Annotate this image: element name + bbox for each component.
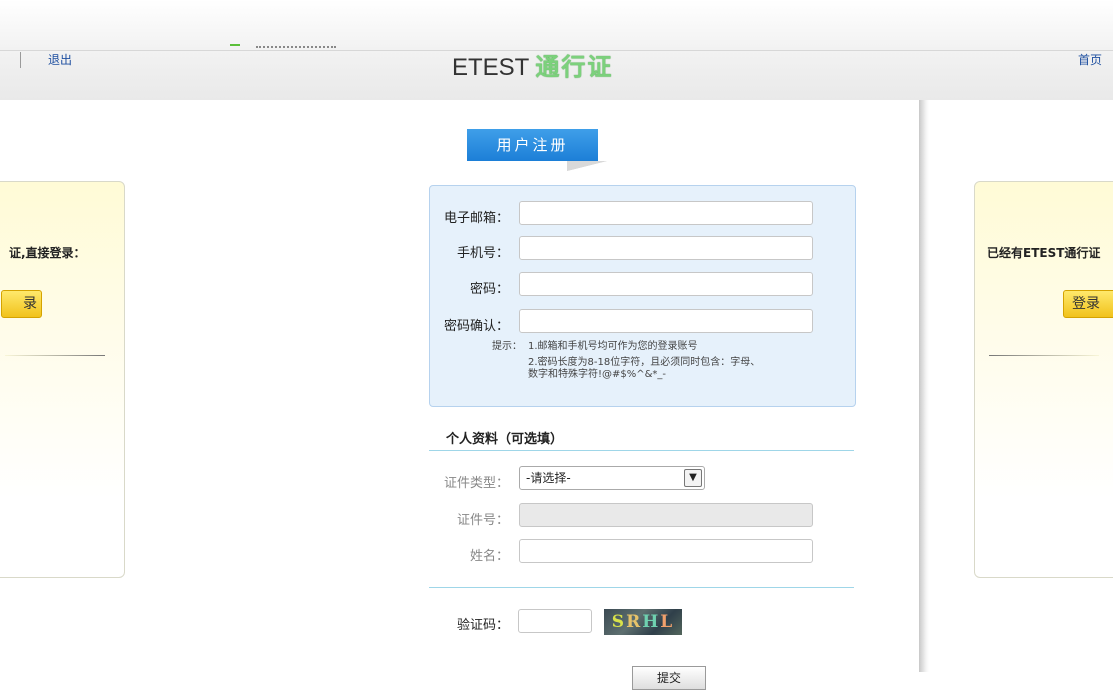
captcha-section-divider: [429, 587, 854, 588]
chevron-down-icon[interactable]: ▼: [684, 469, 702, 487]
captcha-field[interactable]: [518, 609, 592, 633]
captcha-char: L: [660, 612, 675, 632]
title-tab-fold: [567, 161, 607, 171]
password-label: 密码：: [469, 282, 509, 297]
phone-label: 手机号：: [456, 246, 509, 261]
home-link[interactable]: 首页: [1078, 51, 1102, 68]
panel-divider-left: [5, 355, 105, 356]
brand-etest: ETEST: [452, 54, 530, 81]
id-number-label: 证件号：: [456, 513, 509, 528]
submit-button[interactable]: 提交: [632, 666, 706, 690]
password-field[interactable]: [519, 272, 813, 296]
name-field[interactable]: [519, 539, 813, 563]
login-button-right[interactable]: 登录: [1063, 290, 1113, 318]
name-label: 姓名：: [469, 549, 509, 564]
login-panel-right: 已经有ETEST通行证 登录: [974, 181, 1113, 578]
register-title-tab: 用户注册: [467, 129, 598, 161]
captcha-image[interactable]: SRHL: [604, 609, 682, 635]
captcha-char: R: [626, 612, 643, 632]
brand-pass: 通行证: [535, 54, 614, 81]
captcha-char: S: [611, 612, 627, 632]
hint-line-1: 1.邮箱和手机号均可作为您的登录账号: [528, 341, 698, 352]
profile-section-title: 个人资料（可选填）: [446, 432, 564, 447]
hint-prefix: 提示：: [492, 341, 522, 352]
id-type-selected: -请选择-: [526, 471, 571, 485]
logo-fragment: [230, 44, 240, 50]
nav-separator: [20, 52, 21, 68]
login-prompt-right: 已经有ETEST通行证: [987, 246, 1101, 260]
captcha-label: 验证码：: [456, 618, 509, 633]
brand-title: ETEST 通行证: [452, 47, 613, 82]
email-label: 电子邮箱：: [443, 211, 509, 226]
captcha-char: H: [642, 612, 661, 632]
login-button-left[interactable]: 录: [1, 290, 42, 318]
login-panel-left: 证,直接登录： 录: [0, 181, 125, 578]
hint-line-3: 数字和特殊字符!@#$%^&*_-: [528, 369, 667, 380]
login-prompt-left: 证,直接登录：: [9, 246, 86, 260]
phone-field[interactable]: [519, 236, 813, 260]
profile-section-divider: [429, 450, 854, 451]
id-number-field[interactable]: [519, 503, 813, 527]
confirm-password-label: 密码确认：: [443, 319, 509, 334]
id-type-label: 证件类型：: [443, 476, 509, 491]
logo-dots: [256, 46, 336, 50]
email-field[interactable]: [519, 201, 813, 225]
id-type-select[interactable]: -请选择- ▼: [519, 466, 705, 490]
logout-link[interactable]: 退出: [48, 51, 72, 68]
column-shadow: [919, 100, 929, 672]
panel-divider-right: [989, 355, 1099, 356]
hint-line-2: 2.密码长度为8-18位字符，且必须同时包含：字母、: [528, 357, 761, 368]
confirm-password-field[interactable]: [519, 309, 813, 333]
